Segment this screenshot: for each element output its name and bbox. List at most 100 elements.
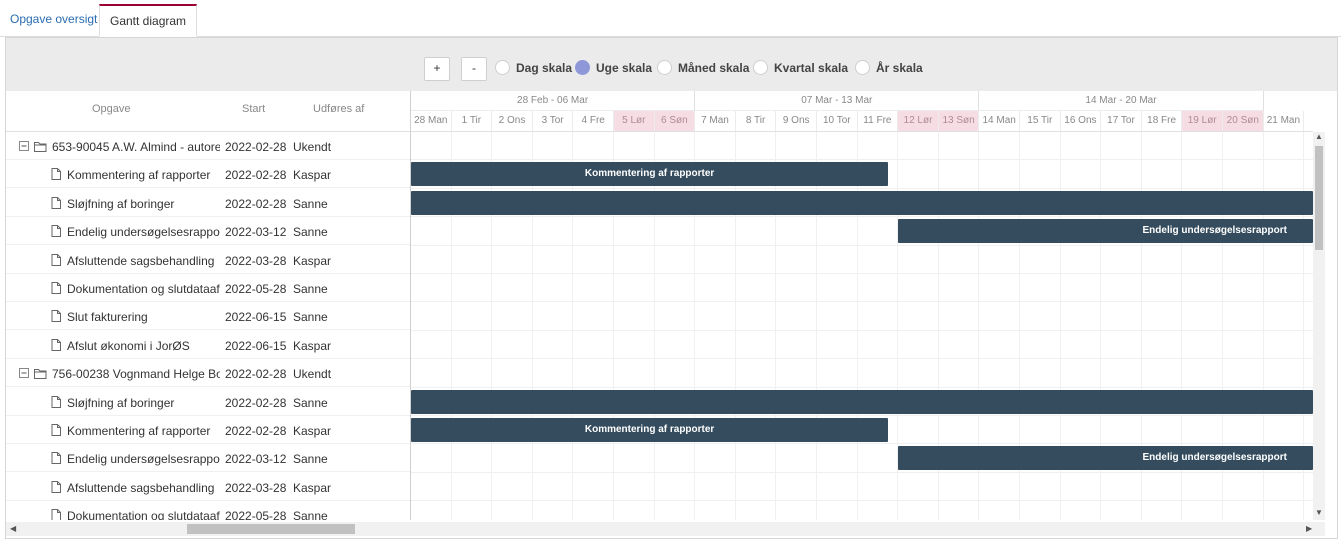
project-bar[interactable] xyxy=(411,134,1313,158)
scroll-up-arrow-icon[interactable]: ▲ xyxy=(1315,132,1323,141)
task-row[interactable]: Sløjfning af boringer 2022-02-28 Sanne xyxy=(6,189,410,217)
day-header: 18 Fre xyxy=(1142,111,1183,131)
horizontal-scroll-thumb[interactable] xyxy=(187,524,355,534)
task-start: 2022-06-15 xyxy=(225,310,287,325)
task-name: Sløjfning af boringer xyxy=(67,196,175,211)
task-name: Sløjfning af boringer xyxy=(67,395,175,410)
task-name: Endelig undersøgelsesrapport xyxy=(67,225,220,240)
task-start: 2022-03-12 xyxy=(225,452,287,467)
task-start: 2022-02-28 xyxy=(225,395,287,410)
task-owner: Kaspar xyxy=(293,253,332,268)
task-start: 2022-03-28 xyxy=(225,253,287,268)
task-bar[interactable]: Endelig undersøgelsesrapport xyxy=(898,446,1313,471)
file-icon xyxy=(51,196,61,209)
radio-kvartal-skala[interactable] xyxy=(753,60,768,75)
task-bar[interactable] xyxy=(411,190,1313,215)
task-row[interactable]: Sløjfning af boringer 2022-02-28 Sanne xyxy=(6,388,410,416)
day-header: 20 Søn xyxy=(1223,111,1264,131)
vertical-scrollbar[interactable]: ▲ ▼ xyxy=(1313,132,1325,520)
task-owner: Kaspar xyxy=(293,424,332,438)
task-row[interactable]: Endelig undersøgelsesrapport 2022-03-12 Sa… xyxy=(6,217,410,246)
file-icon xyxy=(51,225,61,238)
scroll-left-arrow-icon[interactable]: ◀ xyxy=(10,524,16,533)
file-icon xyxy=(51,452,61,465)
file-icon xyxy=(51,395,61,408)
file-icon xyxy=(51,168,61,181)
row-gridline xyxy=(411,358,1313,360)
task-owner: Sanne xyxy=(293,509,328,520)
label-ar-skala[interactable]: År skala xyxy=(876,61,923,75)
task-name: Endelig undersøgelsesrapport xyxy=(67,452,220,467)
task-bar[interactable]: Kommentering af rapporter xyxy=(411,418,889,442)
row-gridline xyxy=(411,443,1313,445)
day-header: 15 Tir xyxy=(1020,111,1061,131)
row-gridline xyxy=(411,216,1313,218)
radio-ar-skala[interactable] xyxy=(855,60,870,75)
day-header: 5 Lør xyxy=(614,111,655,131)
task-row[interactable]: Kommentering af rapporter 2022-02-28 Kaspa… xyxy=(6,416,410,444)
column-header-opgave[interactable]: Opgave xyxy=(92,103,131,115)
label-uge-skala[interactable]: Uge skala xyxy=(596,61,652,75)
vertical-scroll-thumb[interactable] xyxy=(1315,146,1323,250)
scroll-right-arrow-icon[interactable]: ▶ xyxy=(1306,524,1312,533)
row-gridline xyxy=(411,301,1313,303)
task-bar[interactable] xyxy=(411,389,1313,414)
task-name: Dokumentation og slutdataaflev xyxy=(67,282,220,296)
task-owner: Sanne xyxy=(293,395,328,410)
task-bar[interactable]: Kommentering af rapporter xyxy=(411,162,889,187)
task-start: 2022-02-28 xyxy=(225,424,287,438)
task-bar[interactable]: Endelig undersøgelsesrapport xyxy=(898,219,1313,244)
tab-bar: Opgave oversigt Gantt diagram xyxy=(0,0,1341,37)
task-row[interactable]: Afslut økonomi i JorØS 2022-06-15 Kaspar xyxy=(6,331,410,359)
radio-dag-skala[interactable] xyxy=(495,60,510,75)
collapse-icon[interactable] xyxy=(18,366,32,380)
day-header: 12 Lør xyxy=(898,111,939,131)
row-gridline xyxy=(411,187,1313,189)
task-start: 2022-06-15 xyxy=(225,338,287,353)
row-gridline xyxy=(411,471,1313,473)
day-header: 16 Ons xyxy=(1061,111,1102,131)
task-name: Slut fakturering xyxy=(67,310,148,325)
row-gridline xyxy=(411,500,1313,502)
task-owner: Sanne xyxy=(293,282,328,296)
radio-maned-skala[interactable] xyxy=(657,60,672,75)
collapse-icon[interactable] xyxy=(18,139,32,153)
day-header: 17 Tor xyxy=(1101,111,1142,131)
task-row[interactable]: Endelig undersøgelsesrapport 2022-03-12 Sa… xyxy=(6,444,410,473)
task-row[interactable]: Dokumentation og slutdataaflev 2022-05-28… xyxy=(6,274,410,302)
task-row[interactable]: Afsluttende sagsbehandling 2022-03-28 Kasp… xyxy=(6,246,410,274)
day-header: 3 Tor xyxy=(533,111,574,131)
row-gridline xyxy=(411,415,1313,416)
tab-opgave-oversigt[interactable]: Opgave oversigt xyxy=(0,4,107,35)
tab-gantt-diagram[interactable]: Gantt diagram xyxy=(99,4,198,37)
project-row[interactable]: 756-00238 Vognmand Helge Boruj 2022-02-28… xyxy=(6,359,410,388)
row-gridline xyxy=(411,386,1313,388)
day-header: 2 Ons xyxy=(492,111,533,131)
zoom-in-button[interactable]: + xyxy=(424,57,450,81)
task-start: 2022-02-28 xyxy=(225,168,287,183)
project-row[interactable]: 653-90045 A.W. Almind - autore 2022-02-28… xyxy=(6,132,410,160)
timeline-header: 28 Feb - 06 Mar 07 Mar - 13 Mar 14 Mar - 2… xyxy=(411,91,1313,132)
file-icon xyxy=(51,424,61,436)
task-row[interactable]: Dokumentation og slutdataaflev 2022-05-28… xyxy=(6,501,410,520)
task-start: 2022-02-28 xyxy=(225,140,287,154)
row-gridline xyxy=(411,273,1313,274)
zoom-out-button[interactable]: - xyxy=(461,57,487,81)
day-header: 6 Søn xyxy=(654,111,696,131)
scroll-down-arrow-icon[interactable]: ▼ xyxy=(1315,508,1323,517)
week-header: 07 Mar - 13 Mar xyxy=(695,91,980,111)
gantt-toolbar: + - Dag skala Uge skala Måned skala Kvar… xyxy=(6,38,1337,91)
column-header-start[interactable]: Start xyxy=(242,103,265,115)
horizontal-scrollbar[interactable]: ◀ ▶ xyxy=(6,522,1325,536)
task-row[interactable]: Afsluttende sagsbehandling 2022-03-28 Kasp… xyxy=(6,473,410,501)
file-icon xyxy=(51,509,61,520)
task-row[interactable]: Slut fakturering 2022-06-15 Sanne xyxy=(6,302,410,331)
column-header-udfores-af[interactable]: Udføres af xyxy=(313,103,364,115)
label-maned-skala[interactable]: Måned skala xyxy=(678,61,749,75)
radio-uge-skala[interactable] xyxy=(575,60,590,75)
project-bar[interactable] xyxy=(411,361,1313,385)
task-owner: Kaspar xyxy=(293,338,332,353)
task-row[interactable]: Kommentering af rapporter 2022-02-28 Kaspa… xyxy=(6,160,410,189)
label-dag-skala[interactable]: Dag skala xyxy=(516,61,572,75)
label-kvartal-skala[interactable]: Kvartal skala xyxy=(774,61,848,75)
